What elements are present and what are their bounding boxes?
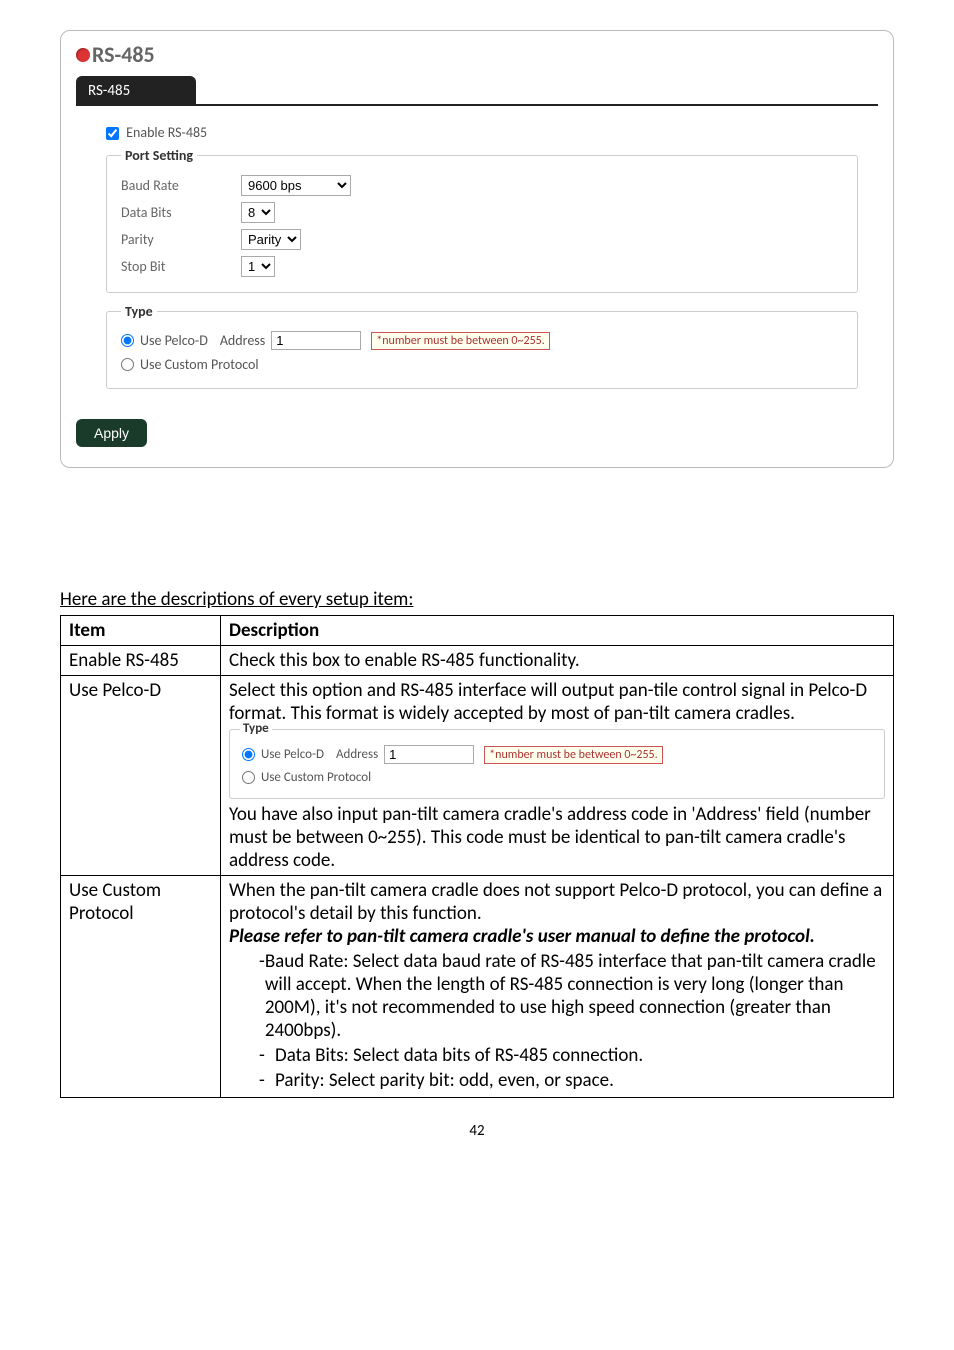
parity-select[interactable]: Parity bbox=[241, 229, 301, 250]
type-legend: Type bbox=[121, 303, 157, 320]
data-bits-select[interactable]: 8 bbox=[241, 202, 275, 223]
pelco-d-radio[interactable] bbox=[121, 334, 134, 347]
parity-label: Parity bbox=[121, 231, 241, 248]
baud-rate-label: Baud Rate bbox=[121, 177, 241, 194]
custom-protocol-radio[interactable] bbox=[121, 358, 134, 371]
address-warning: *number must be between 0~255. bbox=[371, 332, 550, 350]
address-input[interactable] bbox=[271, 331, 361, 350]
page-number: 42 bbox=[60, 1122, 894, 1140]
pelco-d-label: Use Pelco-D bbox=[140, 332, 208, 349]
header-item: Item bbox=[61, 616, 221, 646]
apply-button[interactable]: Apply bbox=[76, 419, 147, 447]
inner-type-box: Type Use Pelco-D Address *number must be… bbox=[229, 729, 885, 799]
port-setting-legend: Port Setting bbox=[121, 147, 197, 164]
inner-custom-radio[interactable] bbox=[242, 771, 255, 784]
stop-bit-label: Stop Bit bbox=[121, 258, 241, 275]
data-bits-label: Data Bits bbox=[121, 204, 241, 221]
enable-rs485-checkbox[interactable] bbox=[106, 127, 119, 140]
rs485-panel: RS-485 RS-485 Enable RS-485 Port Setting… bbox=[60, 30, 894, 468]
inner-type-legend: Type bbox=[240, 721, 272, 736]
cell-pelco-desc: Select this option and RS-485 interface … bbox=[221, 676, 894, 876]
cell-custom-desc: When the pan-tilt camera cradle does not… bbox=[221, 876, 894, 1098]
cell-enable-item: Enable RS-485 bbox=[61, 646, 221, 676]
enable-rs485-label: Enable RS-485 bbox=[126, 124, 207, 141]
cell-enable-desc: Check this box to enable RS-485 function… bbox=[221, 646, 894, 676]
inner-pelco-radio[interactable] bbox=[242, 748, 255, 761]
tab-rs485[interactable]: RS-485 bbox=[76, 76, 196, 106]
inner-pelco-label: Use Pelco-D bbox=[261, 747, 324, 762]
cell-pelco-item: Use Pelco-D bbox=[61, 676, 221, 876]
inner-custom-label: Use Custom Protocol bbox=[261, 770, 371, 785]
inner-address-warning: *number must be between 0~255. bbox=[484, 746, 663, 764]
logo-dot-icon bbox=[76, 48, 90, 62]
panel-title: RS-485 bbox=[76, 41, 878, 68]
port-setting-group: Port Setting Baud Rate 9600 bps Data Bit… bbox=[106, 147, 858, 293]
header-description: Description bbox=[221, 616, 894, 646]
cell-custom-item: Use Custom Protocol bbox=[61, 876, 221, 1098]
inner-address-input[interactable] bbox=[384, 745, 474, 764]
stop-bit-select[interactable]: 1 bbox=[241, 256, 275, 277]
custom-protocol-label: Use Custom Protocol bbox=[140, 356, 259, 373]
intro-text: Here are the descriptions of every setup… bbox=[60, 588, 894, 611]
baud-rate-select[interactable]: 9600 bps bbox=[241, 175, 351, 196]
address-label: Address bbox=[220, 332, 265, 349]
description-table: Item Description Enable RS-485 Check thi… bbox=[60, 615, 894, 1098]
inner-address-label: Address bbox=[336, 747, 378, 762]
type-group: Type Use Pelco-D Address *number must be… bbox=[106, 303, 858, 389]
